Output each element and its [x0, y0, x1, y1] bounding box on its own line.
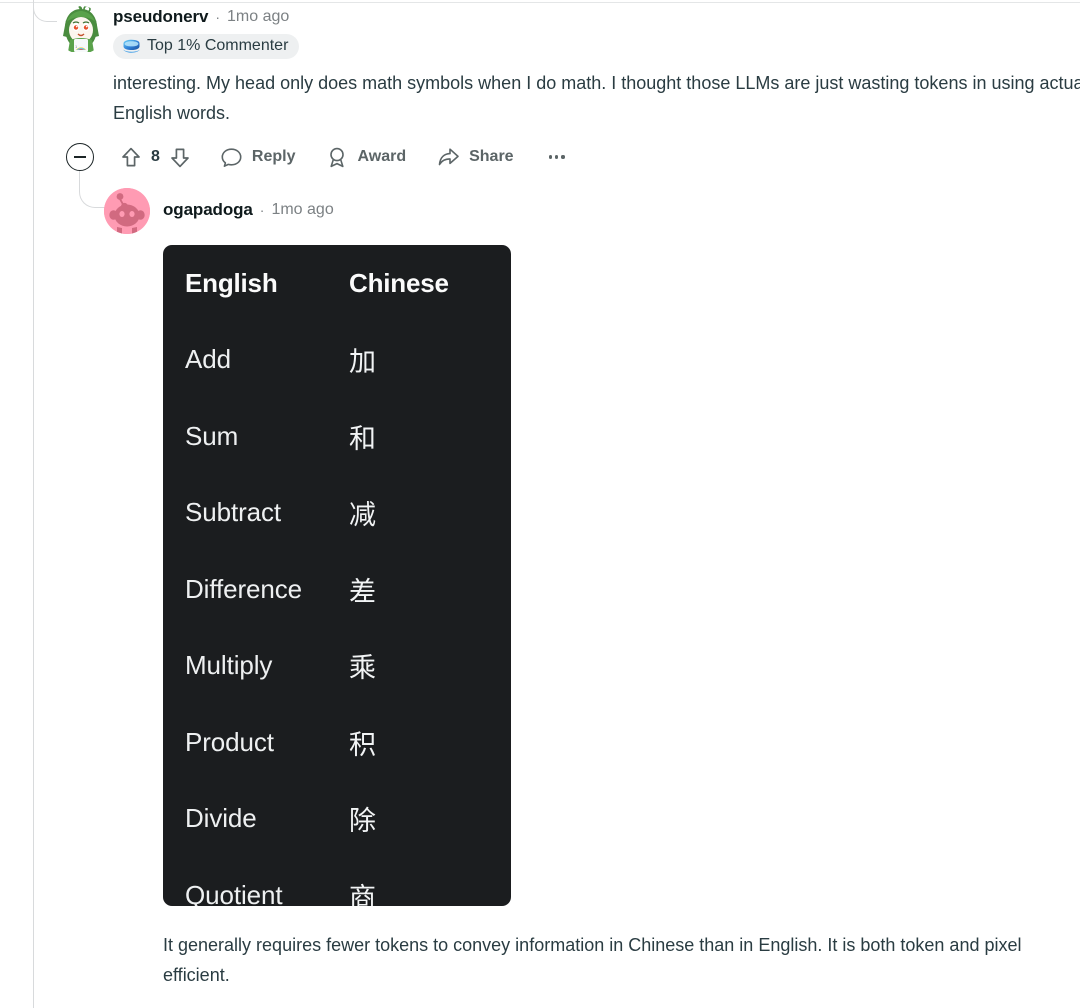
vote-group: 8 — [120, 146, 191, 169]
username-link[interactable]: pseudonerv — [113, 7, 208, 27]
thread-rail-curve-top — [33, 0, 57, 22]
thread-rail-outer[interactable] — [33, 0, 34, 1008]
thread-rail-curve-reply — [79, 170, 105, 208]
award-label: Award — [357, 148, 407, 165]
ellipsis-dot-icon — [548, 155, 552, 159]
share-label: Share — [469, 148, 514, 165]
meta-separator: · — [259, 202, 265, 218]
table-row: Quotient 商 — [163, 857, 511, 906]
upvote-icon[interactable] — [120, 146, 142, 169]
collapse-thread-button[interactable] — [66, 143, 94, 171]
cell-english: Add — [185, 344, 231, 375]
table-row: Product 积 — [163, 704, 511, 781]
reply-button[interactable]: Reply — [220, 146, 296, 169]
comment-body-text: It generally requires fewer tokens to co… — [163, 935, 1022, 985]
cell-chinese: 加 — [349, 347, 376, 379]
cell-chinese: 商 — [349, 882, 376, 906]
column-header-chinese: Chinese — [349, 267, 449, 298]
comment-thread-page: 1 pseudonerv · 1mo ago Top 1% Commenter … — [0, 0, 1080, 1008]
downvote-icon[interactable] — [169, 146, 191, 169]
status-badge-top-commenter[interactable]: Top 1% Commenter — [113, 34, 300, 59]
avatar-ogapadoga[interactable] — [104, 188, 150, 234]
table-row: Divide 除 — [163, 781, 511, 858]
ellipsis-dot-icon — [561, 155, 565, 159]
more-options-button[interactable] — [545, 151, 569, 162]
minus-icon — [74, 156, 86, 158]
award-button[interactable]: Award — [326, 146, 406, 169]
comment-action-bar: 8 Reply Award Share — [66, 142, 569, 172]
translation-table: English Chinese Add 加 Sum 和 Subtract 减 D… — [163, 245, 511, 906]
table-header-row: English Chinese — [163, 245, 511, 322]
table-row: Sum 和 — [163, 398, 511, 475]
table-row: Add 加 — [163, 322, 511, 399]
column-header-english: English — [185, 267, 278, 298]
cell-english: Sum — [185, 420, 239, 451]
anime-avatar-icon: 1 — [57, 6, 105, 54]
comment-timestamp[interactable]: 1mo ago — [271, 201, 333, 219]
cell-chinese: 和 — [349, 423, 376, 455]
award-ribbon-icon — [330, 147, 345, 167]
meta-separator: · — [215, 9, 221, 25]
comment-bubble-icon — [221, 147, 242, 167]
cell-english: Product — [185, 726, 274, 757]
cell-chinese: 除 — [349, 806, 376, 838]
table-row: Subtract 减 — [163, 475, 511, 552]
share-button[interactable]: Share — [437, 146, 514, 168]
cell-chinese: 减 — [349, 500, 376, 532]
visor-badge-icon — [123, 39, 140, 53]
cell-chinese: 乘 — [349, 653, 376, 685]
vote-count: 8 — [151, 148, 160, 165]
embedded-image-translation-table[interactable]: English Chinese Add 加 Sum 和 Subtract 减 D… — [163, 245, 511, 906]
table-row: Multiply 乘 — [163, 628, 511, 705]
share-arrow-icon — [438, 148, 459, 166]
cell-english: Difference — [185, 573, 303, 604]
cell-english: Multiply — [185, 650, 273, 681]
table-row: Difference 差 — [163, 551, 511, 628]
cell-chinese: 积 — [349, 729, 376, 761]
snoo-avatar-icon — [104, 188, 150, 234]
comment-header-ogapadoga: ogapadoga · 1mo ago — [163, 200, 334, 220]
cell-chinese: 差 — [349, 576, 376, 608]
comment-header-pseudonerv: pseudonerv · 1mo ago — [113, 7, 289, 27]
cell-english: Divide — [185, 803, 257, 834]
badge-label: Top 1% Commenter — [147, 37, 289, 54]
top-divider — [0, 2, 1080, 3]
cell-english: Subtract — [185, 497, 282, 528]
username-link[interactable]: ogapadoga — [163, 200, 253, 220]
reply-label: Reply — [251, 148, 296, 165]
ellipsis-dot-icon — [554, 155, 559, 159]
avatar-pseudonerv[interactable]: 1 — [57, 6, 105, 54]
cell-english: Quotient — [185, 879, 283, 906]
comment-body-text: interesting. My head only does math symb… — [113, 73, 1080, 123]
comment-timestamp[interactable]: 1mo ago — [227, 8, 289, 26]
